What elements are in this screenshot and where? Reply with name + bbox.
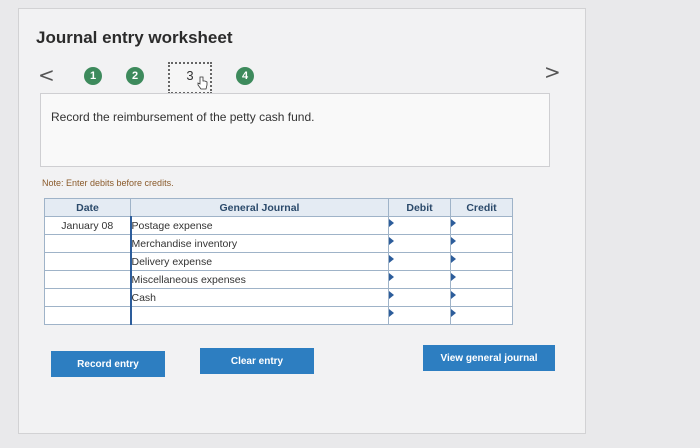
- account-cell[interactable]: Miscellaneous expenses: [129, 270, 389, 289]
- table-row: Merchandise inventory: [44, 234, 513, 253]
- table-row: Cash: [44, 288, 513, 307]
- account-cell[interactable]: [129, 306, 389, 325]
- debit-cell[interactable]: [388, 306, 451, 325]
- prev-arrow-icon[interactable]: <: [38, 63, 55, 87]
- date-header: Date: [44, 198, 131, 217]
- next-arrow-icon[interactable]: >: [544, 60, 561, 84]
- debit-cell[interactable]: [388, 288, 451, 307]
- step-3-label: 3: [186, 68, 194, 83]
- table-row: Miscellaneous expenses: [44, 270, 513, 289]
- date-cell[interactable]: [44, 270, 131, 289]
- clear-entry-button[interactable]: Clear entry: [200, 348, 314, 374]
- date-cell[interactable]: [44, 252, 131, 271]
- table-row: January 08 Postage expense: [44, 216, 513, 235]
- date-cell[interactable]: [44, 288, 131, 307]
- page-title: Journal entry worksheet: [36, 28, 233, 47]
- account-cell[interactable]: Delivery expense: [129, 252, 389, 271]
- credit-cell[interactable]: [450, 252, 513, 271]
- account-cell[interactable]: Cash: [129, 288, 389, 307]
- journal-table: Date General Journal Debit Credit Januar…: [44, 198, 513, 325]
- table-row: Delivery expense: [44, 252, 513, 271]
- hand-cursor-icon: [197, 76, 208, 90]
- date-cell[interactable]: [44, 306, 131, 325]
- credit-cell[interactable]: [450, 306, 513, 325]
- step-1-button[interactable]: 1: [84, 67, 102, 85]
- step-2-button[interactable]: 2: [126, 67, 144, 85]
- table-header-row: Date General Journal Debit Credit: [44, 198, 513, 217]
- credit-cell[interactable]: [450, 234, 513, 253]
- account-cell[interactable]: Postage expense: [129, 216, 389, 235]
- credit-header: Credit: [450, 198, 513, 217]
- table-row: [44, 306, 513, 325]
- view-general-journal-button[interactable]: View general journal: [423, 345, 555, 371]
- account-cell[interactable]: Merchandise inventory: [129, 234, 389, 253]
- debit-cell[interactable]: [388, 252, 451, 271]
- debit-cell[interactable]: [388, 234, 451, 253]
- credit-cell[interactable]: [450, 270, 513, 289]
- general-journal-header: General Journal: [130, 198, 389, 217]
- debit-header: Debit: [388, 198, 451, 217]
- credit-cell[interactable]: [450, 216, 513, 235]
- step-4-button[interactable]: 4: [236, 67, 254, 85]
- note-text: Note: Enter debits before credits.: [42, 178, 174, 188]
- record-entry-button[interactable]: Record entry: [51, 351, 165, 377]
- instruction-box: Record the reimbursement of the petty ca…: [40, 93, 550, 167]
- instruction-text: Record the reimbursement of the petty ca…: [51, 110, 315, 124]
- debit-cell[interactable]: [388, 216, 451, 235]
- date-cell[interactable]: January 08: [44, 216, 131, 235]
- date-cell[interactable]: [44, 234, 131, 253]
- debit-cell[interactable]: [388, 270, 451, 289]
- credit-cell[interactable]: [450, 288, 513, 307]
